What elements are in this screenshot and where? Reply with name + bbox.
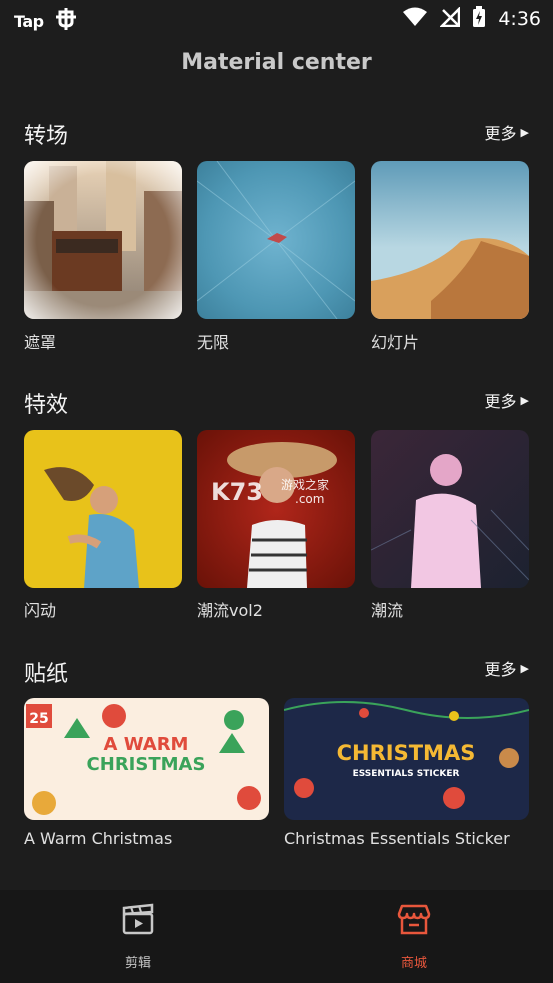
material-card-infinite[interactable]: [197, 161, 355, 319]
tram-street-image: [24, 161, 182, 319]
hat-woman-red-image: [197, 430, 355, 588]
more-label: 更多: [484, 124, 517, 143]
material-card-slideshow[interactable]: [371, 161, 529, 319]
material-label: 无限: [197, 333, 230, 352]
play-arrow-icon: ▶: [520, 393, 529, 407]
clapperboard-icon: [121, 902, 155, 940]
status-bar: Tap 4:36: [0, 0, 553, 38]
material-card-warm-christmas[interactable]: 25 A WARM CHRISTMAS: [24, 698, 269, 820]
zoom-blur-sky-image: [197, 161, 355, 319]
dancing-woman-image: [24, 430, 182, 588]
no-signal-icon: [439, 5, 461, 31]
more-label: 更多: [484, 392, 517, 411]
watermark-text: 游戏之家: [281, 478, 330, 492]
art-title-line2: CHRISTMAS: [87, 754, 206, 775]
page-title: Material center: [181, 50, 372, 75]
nav-item-edit[interactable]: 剪辑: [88, 902, 188, 971]
material-card-christmas-essentials[interactable]: CHRISTMAS ESSENTIALS STICKER: [284, 698, 529, 820]
neon-woman-image: [371, 430, 529, 588]
art-title-line1: CHRISTMAS: [337, 741, 476, 765]
warm-christmas-art: 25 A WARM CHRISTMAS: [24, 698, 269, 820]
store-icon: [397, 902, 431, 940]
more-button-transitions[interactable]: 更多 ▶: [485, 120, 529, 144]
material-card-mask[interactable]: [24, 161, 182, 319]
watermark-domain: .com: [295, 492, 325, 506]
wifi-icon: [402, 7, 428, 31]
material-label: 幻灯片: [371, 333, 420, 352]
material-label: 闪动: [24, 601, 57, 620]
battery-charging-icon: [472, 6, 486, 32]
material-label: 潮流: [371, 601, 404, 620]
nav-label-edit: 剪辑: [124, 956, 151, 971]
watermark-logo: K73: [211, 478, 263, 506]
play-arrow-icon: ▶: [520, 125, 529, 139]
material-label: A Warm Christmas: [24, 829, 173, 848]
christmas-essentials-art: CHRISTMAS ESSENTIALS STICKER: [284, 698, 529, 820]
material-label: 潮流vol2: [197, 601, 263, 620]
more-button-effects[interactable]: 更多 ▶: [485, 388, 529, 412]
material-card-trend-vol2[interactable]: K73 游戏之家 .com: [197, 430, 355, 588]
section-title-stickers: 贴纸: [24, 662, 69, 687]
taptap-logo: Tap: [14, 11, 44, 31]
section-title-effects: 特效: [24, 393, 69, 418]
art-title-line1: A WARM: [104, 734, 189, 755]
bug-icon: [54, 6, 78, 36]
material-label: Christmas Essentials Sticker: [284, 829, 510, 848]
calendar-badge: 25: [29, 711, 48, 727]
material-label: 遮罩: [24, 333, 57, 352]
play-arrow-icon: ▶: [520, 661, 529, 675]
material-card-trend[interactable]: [371, 430, 529, 588]
desert-dune-image: [371, 161, 529, 319]
nav-item-store[interactable]: 商城: [364, 902, 464, 971]
nav-label-store: 商城: [400, 956, 427, 971]
clock: 4:36: [498, 8, 541, 30]
more-button-stickers[interactable]: 更多 ▶: [485, 656, 529, 680]
art-title-line2: ESSENTIALS STICKER: [353, 769, 460, 779]
section-title-transitions: 转场: [24, 124, 69, 149]
bottom-nav: 剪辑 商城: [0, 890, 553, 983]
more-label: 更多: [484, 660, 517, 679]
material-card-flash[interactable]: [24, 430, 182, 588]
